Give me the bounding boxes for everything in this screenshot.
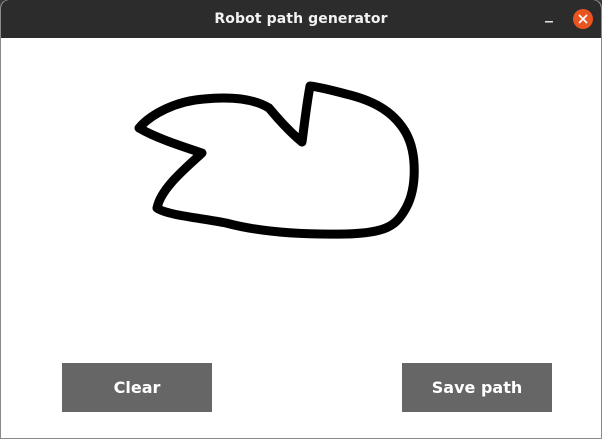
app-window: Robot path generator Clear Save path — [0, 0, 602, 439]
close-icon — [578, 14, 588, 24]
close-button[interactable] — [573, 9, 593, 29]
clear-button[interactable]: Clear — [62, 363, 212, 412]
window-title: Robot path generator — [214, 11, 388, 27]
title-bar[interactable]: Robot path generator — [1, 0, 601, 38]
minimize-icon — [545, 21, 553, 23]
minimize-button[interactable] — [539, 11, 559, 29]
save-path-button[interactable]: Save path — [402, 363, 552, 412]
freehand-path-stroke — [134, 81, 419, 239]
